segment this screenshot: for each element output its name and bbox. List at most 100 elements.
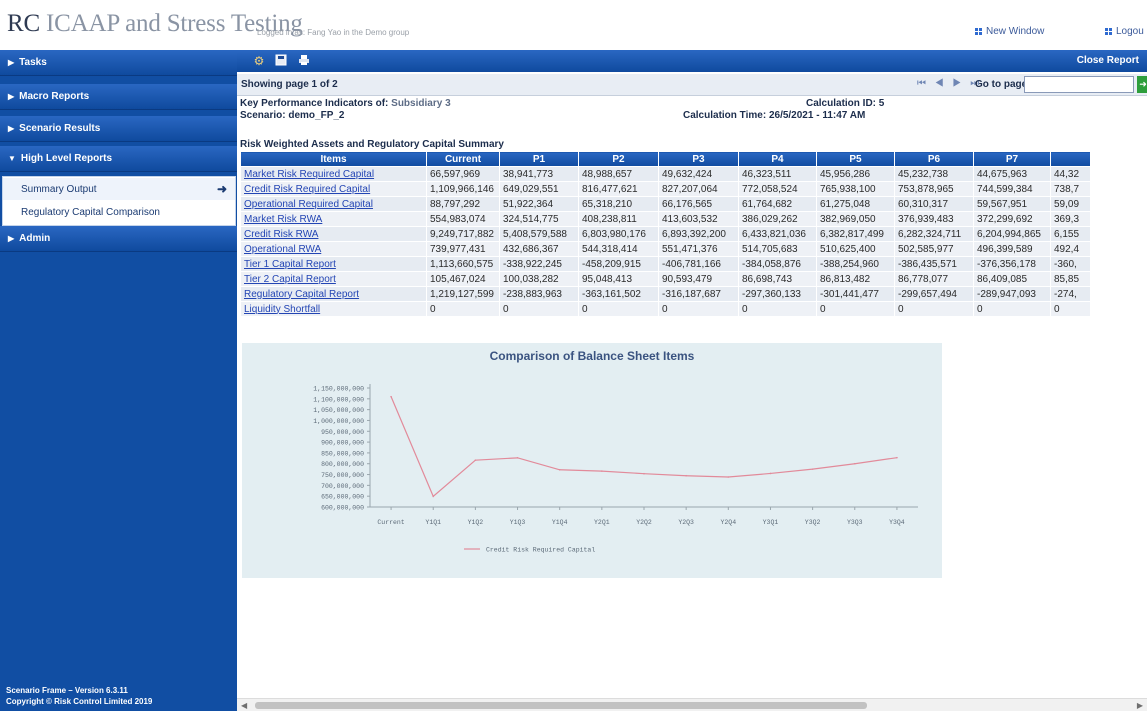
table-cell: -376,356,178 [973,256,1051,272]
next-page-icon[interactable]: ▶ [952,78,964,89]
prev-page-icon[interactable]: ◀ [935,78,947,89]
save-icon[interactable] [274,54,288,68]
scroll-left-icon[interactable]: ◀ [241,701,247,710]
row-item-link[interactable]: Operational Required Capital [240,196,427,212]
sidebar-item-scenario-results[interactable]: ▶ Scenario Results [0,116,237,142]
logout-link[interactable]: Logou [1105,26,1144,37]
table-cell: 0 [973,301,1051,317]
x-tick-label: Y3Q3 [847,519,863,526]
data-point [474,459,477,461]
submenu-item-summary-output[interactable]: Summary Output ➜ [3,178,235,200]
print-icon[interactable] [297,54,311,68]
row-item-link[interactable]: Tier 2 Capital Report [240,271,427,287]
first-page-icon[interactable]: ⏮ [917,78,929,89]
column-header[interactable]: P5 [816,151,895,167]
column-header[interactable]: P1 [499,151,579,167]
table-cell: 514,705,683 [738,241,817,257]
table-header-row: Items Current P1 P2 P3 P4 P5 P6 P7 [240,151,1091,167]
close-report-button[interactable]: Close Report [1077,55,1139,66]
column-header[interactable]: Items [240,151,427,167]
table-cell: -289,947,093 [973,286,1051,302]
table-cell: 816,477,621 [578,181,659,197]
sidebar-item-label: Tasks [19,57,47,68]
y-tick-label: 700,000,000 [321,483,364,490]
table-cell: 0 [894,301,974,317]
table-cell: 772,058,524 [738,181,817,197]
table-cell: -458,209,915 [578,256,659,272]
sidebar-item-admin[interactable]: ▶ Admin [0,226,237,252]
row-item-link[interactable]: Market Risk RWA [240,211,427,227]
sidebar-item-label: Scenario Results [19,123,101,134]
y-tick-label: 950,000,000 [321,429,364,436]
grid-icon [975,28,982,35]
row-item-link[interactable]: Credit Risk RWA [240,226,427,242]
sidebar-item-tasks[interactable]: ▶ Tasks [0,50,237,76]
table-cell: 61,275,048 [816,196,895,212]
column-header[interactable]: P3 [658,151,739,167]
column-header[interactable]: P2 [578,151,659,167]
table-row: Operational RWA 739,977,431 432,686,367 544… [240,241,1091,257]
go-button[interactable]: ➜ [1137,76,1147,93]
table-cell: 510,625,400 [816,241,895,257]
column-header[interactable]: Current [426,151,500,167]
data-point [853,462,856,465]
version-text: Scenario Frame – Version 6.3.11 [6,686,128,695]
table-cell: 1,113,660,575 [426,256,500,272]
submenu-item-label: Regulatory Capital Comparison [21,206,160,218]
row-item-link[interactable]: Tier 1 Capital Report [240,256,427,272]
submenu-item-regulatory-capital-comparison[interactable]: Regulatory Capital Comparison [3,201,235,223]
table-cell: -384,058,876 [738,256,817,272]
table-cell: 44,675,963 [973,166,1051,182]
row-item-link[interactable]: Liquidity Shortfall [240,301,427,317]
scenario-name: Scenario: demo_FP_2 [240,110,345,121]
x-tick-label: Y2Q3 [678,519,694,526]
table-cell: 88,797,292 [426,196,500,212]
top-header: RC ICAAP and Stress Testing Logged in as… [0,0,1147,50]
table-cell: 105,467,024 [426,271,500,287]
table-cell: 0 [738,301,817,317]
table-cell: 554,983,074 [426,211,500,227]
horizontal-scrollbar[interactable]: ◀ ▶ [237,698,1147,711]
y-tick-label: 850,000,000 [321,450,364,457]
scrollbar-thumb[interactable] [255,702,867,709]
column-header[interactable] [1050,151,1091,167]
new-window-link[interactable]: New Window [975,26,1044,37]
goto-page-input[interactable] [1024,76,1134,93]
table-cell: 551,471,376 [658,241,739,257]
row-item-link[interactable]: Market Risk Required Capital [240,166,427,182]
table-cell: 86,409,085 [973,271,1051,287]
data-point [811,468,814,470]
data-point [601,470,603,472]
row-item-link[interactable]: Credit Risk Required Capital [240,181,427,197]
app-title-rc: RC [7,10,40,37]
data-point [896,456,898,459]
column-header[interactable]: P4 [738,151,817,167]
gear-icon[interactable]: ⚙ [252,54,266,68]
table-cell: 38,941,773 [499,166,579,182]
table-cell: 386,029,262 [738,211,817,227]
table-body: Market Risk Required Capital 66,597,969 38… [240,166,1091,317]
scroll-right-icon[interactable]: ▶ [1137,701,1143,710]
y-tick-label: 900,000,000 [321,440,364,447]
expand-arrow-icon: ▶ [8,58,15,67]
summary-table: Items Current P1 P2 P3 P4 P5 P6 P7 Marke… [240,151,1091,317]
table-cell: 0 [658,301,739,317]
table-row: Tier 2 Capital Report 105,467,024 100,038,… [240,271,1091,287]
sidebar-item-macro-reports[interactable]: ▶ Macro Reports [0,84,237,110]
table-cell: -274, [1050,286,1091,302]
table-cell: 492,4 [1050,241,1091,257]
row-item-link[interactable]: Regulatory Capital Report [240,286,427,302]
expand-arrow-icon: ▶ [8,124,15,133]
table-cell: 66,597,969 [426,166,500,182]
table-cell: 65,318,210 [578,196,659,212]
table-cell: 649,029,551 [499,181,579,197]
column-header[interactable]: P7 [973,151,1051,167]
table-cell: 45,232,738 [894,166,974,182]
page-navigation[interactable]: ⏮ ◀ ▶ ⏭ [917,78,982,89]
x-tick-label: Y2Q2 [636,519,652,526]
row-item-link[interactable]: Operational RWA [240,241,427,257]
column-header[interactable]: P6 [894,151,974,167]
sidebar-item-high-level-reports[interactable]: ▼ High Level Reports [0,146,237,172]
data-point [643,472,645,475]
copyright-text: Copyright © Risk Control Limited 2019 [6,697,153,706]
